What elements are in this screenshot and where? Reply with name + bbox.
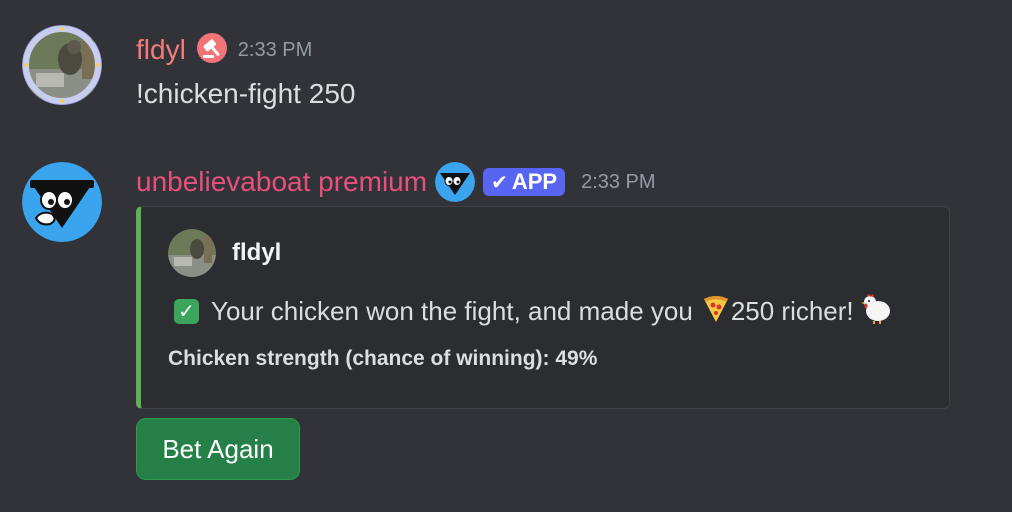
embed-author-avatar xyxy=(168,229,216,277)
message-content: !chicken-fight 250 xyxy=(136,78,356,109)
embed-author-name[interactable]: fldyl xyxy=(232,239,281,267)
message-header: fldyl 2:33 PM xyxy=(136,30,312,70)
user-avatar[interactable] xyxy=(22,25,102,105)
embed-description-amount: 250 richer! xyxy=(730,296,854,326)
verified-check-icon: ✔ xyxy=(491,171,508,194)
check-icon: ✓ xyxy=(174,299,199,324)
bot-avatar[interactable] xyxy=(22,162,102,242)
message-bot: unbelievaboat premium ✔ APP 2:33 PM fldy… xyxy=(0,150,1012,512)
timestamp: 2:33 PM xyxy=(581,170,656,193)
embed-description: ✓ Your chicken won the fight, and made y… xyxy=(174,291,894,332)
username[interactable]: fldyl xyxy=(136,34,186,66)
bet-again-button[interactable]: Bet Again xyxy=(136,418,300,480)
embed-description-text: Your chicken won the fight, and made you xyxy=(211,296,693,326)
pizza-icon xyxy=(701,293,731,330)
app-badge: ✔ APP xyxy=(483,168,566,196)
bot-mini-avatar-icon xyxy=(435,162,476,202)
chicken-icon xyxy=(860,291,894,332)
gavel-role-icon[interactable] xyxy=(196,32,228,69)
message-header: unbelievaboat premium ✔ APP 2:33 PM xyxy=(136,162,656,202)
chat-view: fldyl 2:33 PM !chicken-fight 250 unbelie… xyxy=(0,0,1012,512)
embed: fldyl ✓ Your chicken won the fight, and … xyxy=(136,206,950,409)
app-badge-label: APP xyxy=(511,169,558,194)
message-user: fldyl 2:33 PM !chicken-fight 250 xyxy=(0,0,1012,150)
embed-field: Chicken strength (chance of winning): 49… xyxy=(168,347,598,370)
timestamp: 2:33 PM xyxy=(237,38,313,61)
bot-username[interactable]: unbelievaboat premium xyxy=(136,166,427,198)
embed-author: fldyl xyxy=(168,229,281,277)
